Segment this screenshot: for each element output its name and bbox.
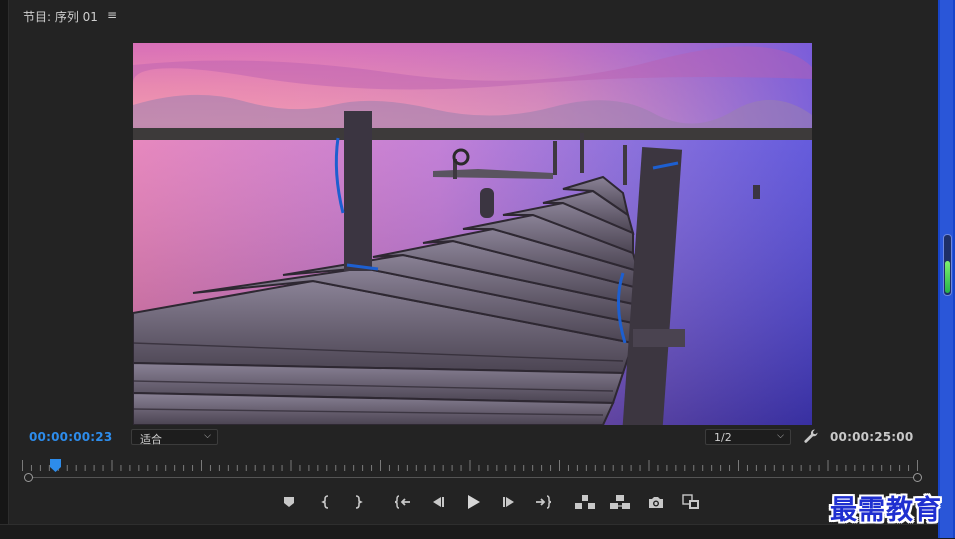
go-to-in-icon[interactable] bbox=[392, 492, 414, 512]
zoom-level-select[interactable]: 适合 ⌵ bbox=[131, 429, 218, 446]
zoom-level-value: 适合 bbox=[140, 433, 162, 446]
mark-in-icon[interactable] bbox=[315, 492, 337, 512]
left-panel-edge bbox=[0, 0, 9, 538]
playhead-marker[interactable] bbox=[50, 457, 62, 472]
step-forward-icon[interactable] bbox=[498, 492, 520, 512]
playback-resolution-value: 1/2 bbox=[714, 431, 732, 444]
zoom-scrollbar[interactable] bbox=[24, 472, 922, 484]
panel-menu-icon[interactable]: ≡ bbox=[107, 8, 117, 22]
scrollbar-track bbox=[32, 477, 914, 478]
step-back-icon[interactable] bbox=[427, 492, 449, 512]
time-ruler[interactable] bbox=[22, 458, 922, 472]
panel-header: 节目: 序列 01 ≡ bbox=[9, 0, 935, 30]
duration-timecode: 00:00:25:00 bbox=[830, 430, 914, 444]
playback-resolution-select[interactable]: 1/2 ⌵ bbox=[705, 429, 791, 445]
lift-icon[interactable] bbox=[574, 492, 596, 512]
current-timecode[interactable]: 00:00:00:23 bbox=[29, 430, 112, 444]
wrench-icon[interactable] bbox=[803, 428, 819, 444]
go-to-out-icon[interactable] bbox=[532, 492, 554, 512]
panel-bottom-edge bbox=[0, 524, 938, 539]
chevron-down-icon: ⌵ bbox=[204, 431, 211, 441]
chevron-down-icon: ⌵ bbox=[777, 431, 784, 441]
watermark-logo: 最需教育 bbox=[830, 495, 942, 526]
pier-sunset-image bbox=[133, 43, 812, 425]
marker-icon[interactable] bbox=[278, 492, 300, 512]
audio-level-meter bbox=[943, 234, 952, 296]
camera-icon[interactable] bbox=[645, 492, 667, 512]
panel-title[interactable]: 节目: 序列 01 bbox=[23, 8, 98, 25]
scrollbar-end-handle[interactable] bbox=[913, 473, 922, 482]
compare-view-icon[interactable] bbox=[680, 492, 702, 512]
extract-icon[interactable] bbox=[609, 492, 631, 512]
mark-out-icon[interactable] bbox=[347, 492, 369, 512]
play-icon[interactable] bbox=[462, 492, 484, 512]
program-video-frame[interactable] bbox=[133, 43, 812, 425]
scrollbar-start-handle[interactable] bbox=[24, 473, 33, 482]
